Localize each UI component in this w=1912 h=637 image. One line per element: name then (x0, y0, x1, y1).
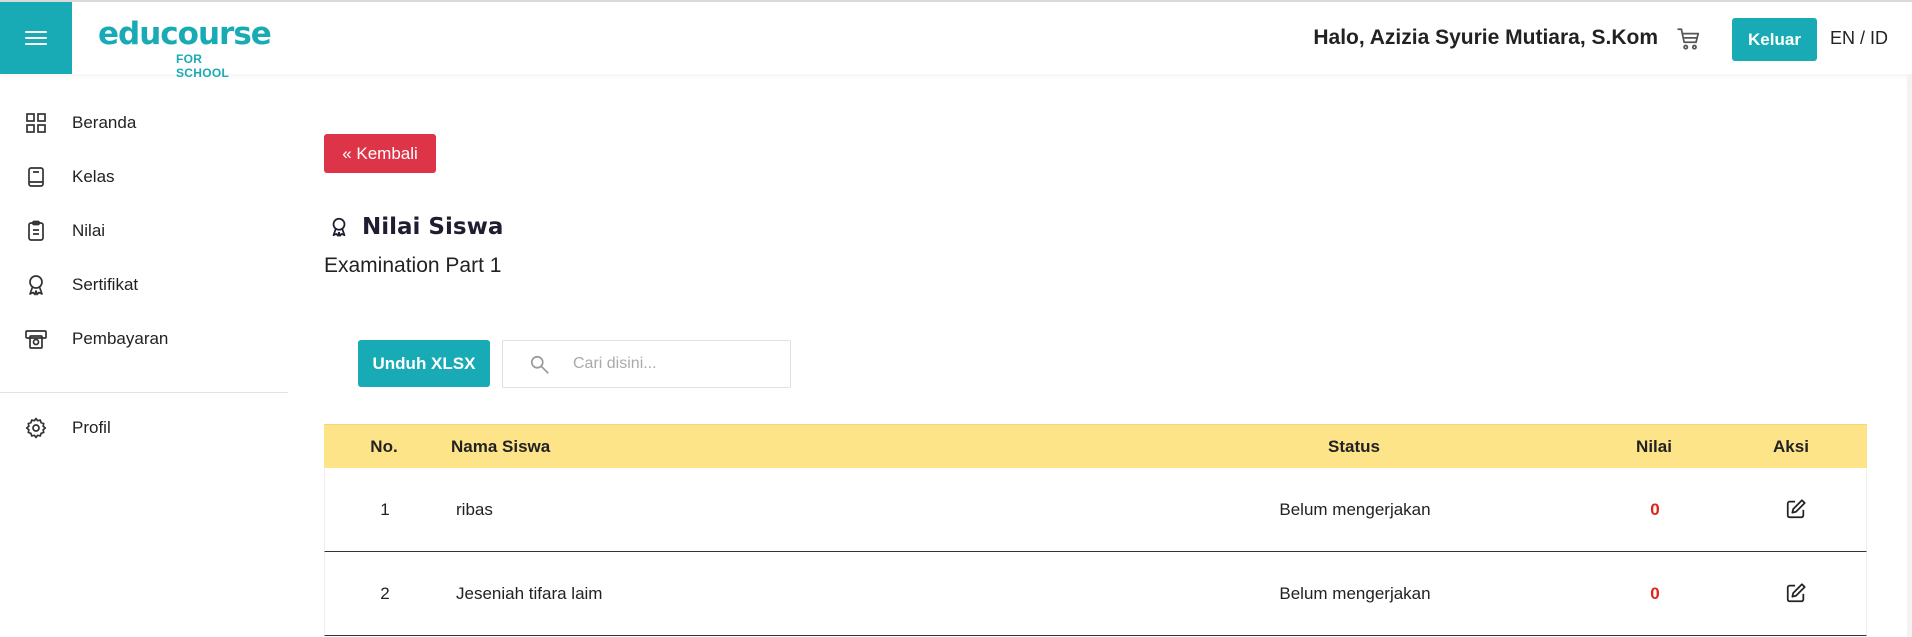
search-input[interactable] (573, 349, 773, 379)
user-greeting: Halo, Azizia Syurie Mutiara, S.Kom (1313, 26, 1658, 49)
table-header: No. Nama Siswa Status Nilai Aksi (324, 424, 1867, 468)
sidebar-item-label: Beranda (72, 113, 137, 132)
award-icon (332, 217, 346, 237)
student-name: ribas (456, 500, 493, 519)
download-xlsx-button[interactable]: Unduh XLSX (358, 340, 490, 387)
sidebar-item-profil[interactable]: Profil (0, 401, 288, 455)
language-switcher[interactable]: EN / ID (1830, 28, 1888, 49)
sidebar-item-pembayaran[interactable]: Pembayaran (0, 312, 288, 366)
row-status: Belum mengerjakan (1279, 500, 1431, 519)
sidebar-divider (0, 392, 288, 393)
logo[interactable]: educourse FOR SCHOOL (98, 10, 272, 80)
clipboard-icon (28, 220, 44, 241)
search-box[interactable] (502, 340, 791, 388)
payment-icon (25, 330, 47, 349)
page-heading: Nilai Siswa (328, 214, 503, 240)
menu-icon (25, 31, 47, 45)
cart-icon[interactable] (1676, 26, 1702, 52)
top-bar: educourse FOR SCHOOL Halo, Azizia Syurie… (0, 0, 1912, 80)
page-scrollbar[interactable] (1907, 74, 1912, 637)
sidebar-item-beranda[interactable]: Beranda (0, 96, 288, 150)
award-icon (29, 275, 43, 296)
menu-toggle-button[interactable] (0, 2, 72, 74)
page-title: Nilai Siswa (362, 214, 504, 240)
edit-icon[interactable] (1785, 582, 1807, 604)
row-number: 1 (380, 500, 390, 519)
student-name: Jeseniah tifara laim (456, 584, 603, 603)
column-header-no: No. (370, 437, 398, 456)
sidebar-item-label: Sertifikat (72, 275, 139, 294)
sidebar-item-label: Profil (72, 418, 111, 437)
sidebar-item-label: Nilai (72, 221, 106, 240)
column-header-score: Nilai (1636, 437, 1672, 456)
grades-table: No. Nama Siswa Status Nilai Aksi 1 ribas… (324, 424, 1867, 636)
table-row: 2 Jeseniah tifara laim Belum mengerjakan… (324, 552, 1867, 636)
gear-icon (25, 417, 47, 439)
sidebar: Beranda Kelas Nilai Sertifikat Pembayara… (0, 74, 288, 637)
book-icon (28, 167, 44, 187)
sidebar-item-label: Pembayaran (72, 329, 169, 348)
row-score: 0 (1650, 584, 1660, 603)
column-header-name: Nama Siswa (451, 437, 551, 456)
logout-button[interactable]: Keluar (1732, 18, 1817, 61)
row-score: 0 (1650, 500, 1660, 519)
sidebar-item-sertifikat[interactable]: Sertifikat (0, 258, 288, 312)
exam-name: Examination Part 1 (324, 254, 502, 277)
column-header-status: Status (1328, 437, 1380, 456)
edit-icon[interactable] (1785, 498, 1807, 520)
back-button[interactable]: « Kembali (324, 134, 436, 173)
sidebar-item-label: Kelas (72, 167, 115, 186)
search-icon (530, 355, 549, 374)
logo-text: educourse (98, 16, 272, 52)
sidebar-item-nilai[interactable]: Nilai (0, 204, 288, 258)
table-row: 1 ribas Belum mengerjakan 0 (324, 468, 1867, 552)
row-status: Belum mengerjakan (1279, 584, 1431, 603)
column-header-action: Aksi (1773, 437, 1809, 456)
dashboard-grid-icon (26, 113, 46, 133)
row-number: 2 (380, 584, 390, 603)
sidebar-item-kelas[interactable]: Kelas (0, 150, 288, 204)
